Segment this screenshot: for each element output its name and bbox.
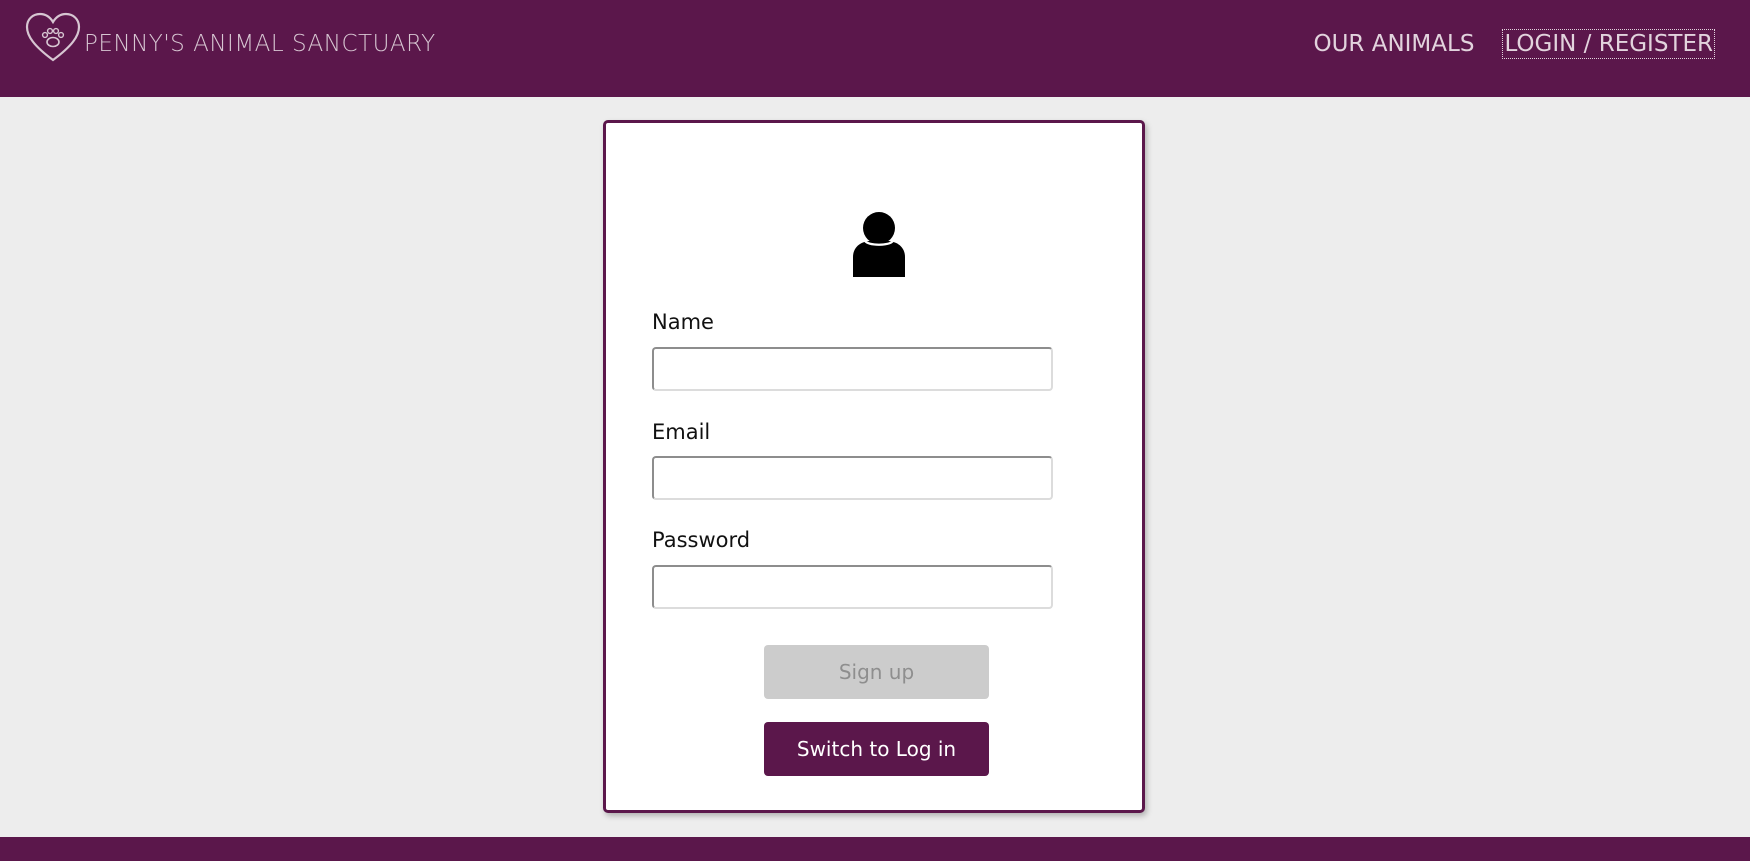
brand-name: PENNY'S ANIMAL SANCTUARY bbox=[84, 31, 436, 57]
signup-card: Name Email Password Sign up Switch to Lo… bbox=[603, 120, 1145, 813]
logo[interactable]: PENNY'S ANIMAL SANCTUARY bbox=[24, 12, 435, 64]
heart-paw-icon bbox=[25, 12, 81, 62]
switch-to-login-button[interactable]: Switch to Log in bbox=[764, 722, 989, 776]
site-header: PENNY'S ANIMAL SANCTUARY OUR ANIMALS LOG… bbox=[0, 0, 1750, 97]
password-label: Password bbox=[652, 528, 751, 552]
main-nav: OUR ANIMALS LOGIN / REGISTER bbox=[1312, 29, 1715, 59]
user-icon bbox=[853, 211, 905, 277]
site-footer bbox=[0, 837, 1750, 861]
nav-our-animals[interactable]: OUR ANIMALS bbox=[1312, 30, 1475, 58]
password-field[interactable] bbox=[652, 565, 1053, 609]
email-field[interactable] bbox=[652, 456, 1053, 500]
email-label: Email bbox=[652, 420, 711, 444]
name-label: Name bbox=[652, 310, 714, 334]
name-field[interactable] bbox=[652, 347, 1053, 391]
signup-button[interactable]: Sign up bbox=[764, 645, 989, 699]
nav-login-register[interactable]: LOGIN / REGISTER bbox=[1502, 29, 1715, 59]
